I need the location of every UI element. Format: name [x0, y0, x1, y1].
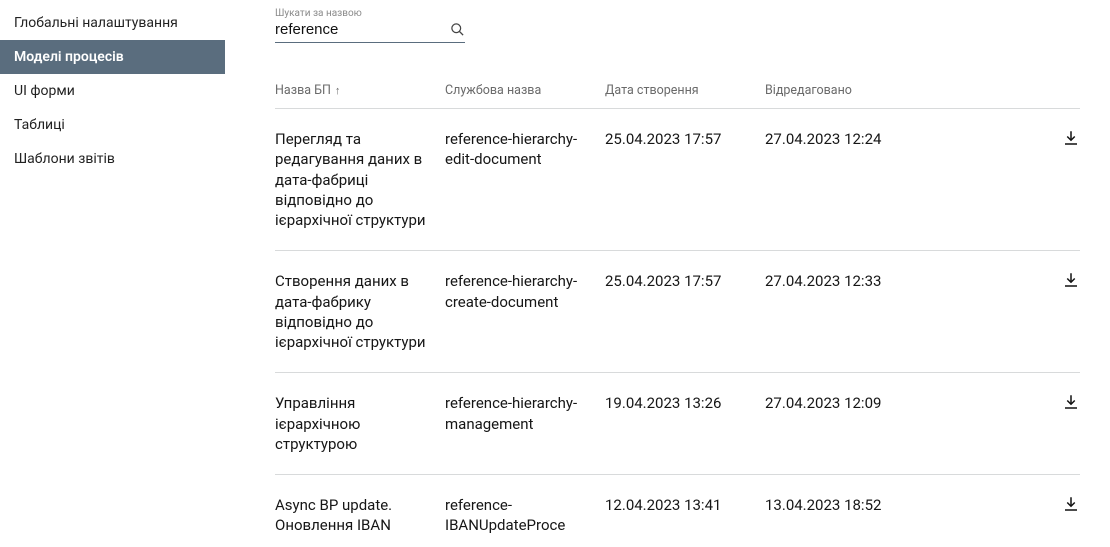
search-label: Шукати за назвою: [275, 8, 1080, 19]
table-header: Назва БП↑ Службова назва Дата створення …: [275, 83, 1080, 109]
cell-edited: 27.04.2023 12:24: [765, 129, 985, 149]
table-row[interactable]: Async BP update. Оновлення IBANreference…: [275, 475, 1080, 547]
col-header-name-label: Назва БП: [275, 83, 331, 98]
col-header-name[interactable]: Назва БП ↑: [275, 83, 445, 98]
table-row[interactable]: Управління ієрархічною структуроюreferen…: [275, 373, 1080, 475]
sidebar: Глобальні налаштування Моделі процесів U…: [0, 0, 225, 547]
download-button[interactable]: [1062, 495, 1080, 513]
download-icon: [1062, 271, 1080, 289]
process-table: Назва БП↑ Службова назва Дата створення …: [275, 83, 1080, 547]
download-icon: [1062, 393, 1080, 411]
download-icon: [1062, 129, 1080, 147]
cell-edited: 13.04.2023 18:52: [765, 495, 985, 515]
search-input[interactable]: [275, 21, 450, 38]
download-icon: [1062, 495, 1080, 513]
sidebar-item-global-settings[interactable]: Глобальні налаштування: [0, 6, 225, 40]
cell-svc: reference-hierarchy-create-document: [445, 271, 605, 312]
download-button[interactable]: [1062, 129, 1080, 147]
sidebar-item-process-models[interactable]: Моделі процесів: [0, 40, 225, 74]
col-header-edited[interactable]: Відредаговано: [765, 83, 985, 98]
cell-created: 19.04.2023 13:26: [605, 393, 765, 413]
cell-name: Створення даних в дата-фабрику відповідн…: [275, 271, 445, 352]
main-content: Шукати за назвою Назва БП ↑ Службова назв…: [225, 0, 1110, 547]
cell-name: Async BP update. Оновлення IBAN: [275, 495, 445, 536]
cell-svc: reference-hierarchy-edit-document: [445, 129, 605, 170]
sidebar-item-report-templates[interactable]: Шаблони звітів: [0, 142, 225, 176]
cell-svc: reference-hierarchy-management: [445, 393, 605, 434]
col-header-download: [1030, 83, 1080, 98]
cell-download: [1030, 271, 1080, 289]
table-row[interactable]: Створення даних в дата-фабрику відповідн…: [275, 251, 1080, 373]
cell-svc: reference-IBANUpdateProce: [445, 495, 605, 536]
cell-created: 12.04.2023 13:41: [605, 495, 765, 515]
table-row[interactable]: Перегляд та редагування даних в дата-фаб…: [275, 109, 1080, 251]
col-header-created[interactable]: Дата створення: [605, 83, 765, 98]
cell-created: 25.04.2023 17:57: [605, 129, 765, 149]
cell-name: Управління ієрархічною структурою: [275, 393, 445, 454]
sidebar-item-tables[interactable]: Таблиці: [0, 108, 225, 142]
search-icon[interactable]: [450, 22, 465, 37]
cell-created: 25.04.2023 17:57: [605, 271, 765, 291]
col-header-svc[interactable]: Службова назва: [445, 83, 605, 98]
cell-download: [1030, 495, 1080, 513]
cell-download: [1030, 129, 1080, 147]
search-box: Шукати за назвою: [275, 8, 1080, 43]
download-button[interactable]: [1062, 271, 1080, 289]
sort-ascending-icon: ↑: [335, 84, 341, 97]
download-button[interactable]: [1062, 393, 1080, 411]
cell-download: [1030, 393, 1080, 411]
cell-edited: 27.04.2023 12:09: [765, 393, 985, 413]
sidebar-item-ui-forms[interactable]: UI форми: [0, 74, 225, 108]
cell-name: Перегляд та редагування даних в дата-фаб…: [275, 129, 445, 230]
cell-edited: 27.04.2023 12:33: [765, 271, 985, 291]
